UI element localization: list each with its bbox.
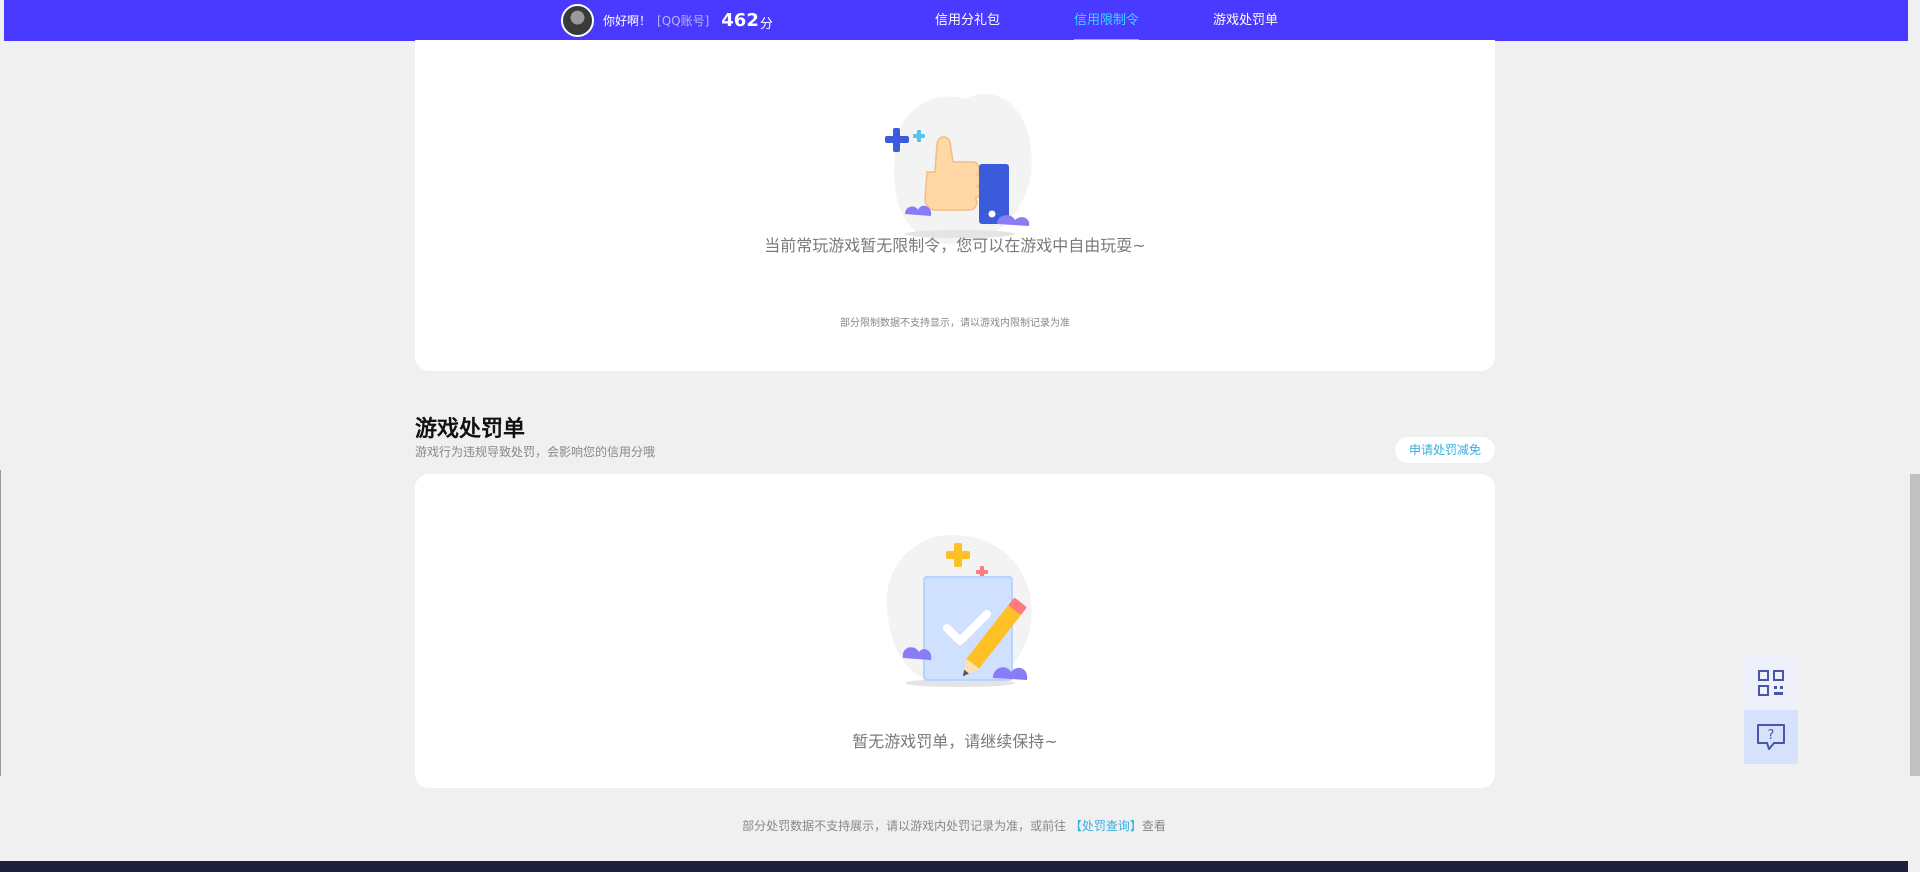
nav-credit-restriction[interactable]: 信用限制令 xyxy=(1074,0,1140,41)
help-button[interactable]: ? xyxy=(1744,710,1798,764)
penalty-note-suffix: 查看 xyxy=(1141,819,1166,833)
top-bar: 你好啊！ [QQ账号] 462 分 信用分礼包 信用限制令 游戏处罚单 xyxy=(4,0,1908,41)
penalty-note-text: 部分处罚数据不支持展示，请以游戏内处罚记录为准，或前往 xyxy=(742,819,1067,833)
document-pencil-illustration xyxy=(886,534,1032,688)
penalty-query-link[interactable]: 【处罚查询】 xyxy=(1070,819,1142,833)
restriction-message: 当前常玩游戏暂无限制令，您可以在游戏中自由玩耍~ xyxy=(764,236,1146,255)
penalty-message: 暂无游戏罚单，请继续保持~ xyxy=(852,732,1058,751)
restriction-card: 当前常玩游戏暂无限制令，您可以在游戏中自由玩耍~ 部分限制数据不支持显示，请以游… xyxy=(415,40,1495,371)
left-divider xyxy=(0,470,1,776)
penalty-section-title: 游戏处罚单 xyxy=(415,417,526,442)
penalty-data-note: 部分处罚数据不支持展示，请以游戏内处罚记录为准，或前往 【处罚查询】查看 xyxy=(0,817,1908,834)
footer-bar xyxy=(0,861,1908,872)
penalty-card: 暂无游戏罚单，请继续保持~ xyxy=(415,474,1495,788)
qr-code-icon xyxy=(1758,670,1784,696)
avatar[interactable] xyxy=(561,4,594,37)
restriction-note: 部分限制数据不支持显示，请以游戏内限制记录为准 xyxy=(840,318,1070,329)
qq-account-label: [QQ账号] xyxy=(657,14,710,28)
help-chat-icon: ? xyxy=(1757,724,1785,750)
svg-text:?: ? xyxy=(1768,728,1775,743)
greeting: 你好啊！ xyxy=(603,14,652,28)
apply-penalty-reduction-button[interactable]: 申请处罚减免 xyxy=(1395,437,1495,463)
scrollbar-thumb[interactable] xyxy=(1910,474,1920,776)
credit-score-unit: 分 xyxy=(759,17,773,32)
thumbs-up-illustration xyxy=(885,94,1032,244)
qr-code-button[interactable] xyxy=(1744,656,1798,710)
user-info: 你好啊！ [QQ账号] 462 分 xyxy=(561,4,773,37)
nav-credit-gift[interactable]: 信用分礼包 xyxy=(935,0,1000,41)
credit-score: 462 xyxy=(721,10,759,31)
nav-game-penalty[interactable]: 游戏处罚单 xyxy=(1213,0,1278,41)
penalty-section-subtitle: 游戏行为违规导致处罚，会影响您的信用分哦 xyxy=(415,445,656,459)
